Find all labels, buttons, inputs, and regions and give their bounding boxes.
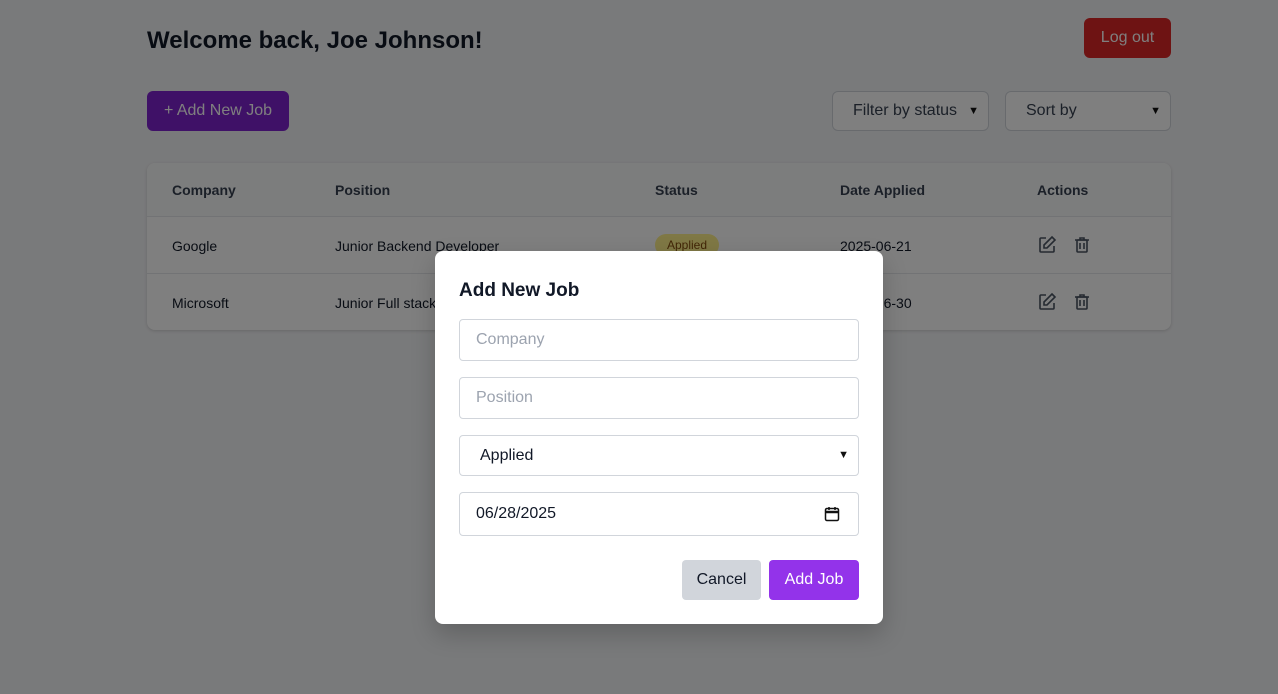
chevron-down-icon: ▼: [838, 449, 849, 461]
add-job-button[interactable]: Add Job: [769, 560, 859, 600]
date-value: 06/28/2025: [476, 505, 557, 522]
add-job-modal: Add New Job Applied ▼ 06/28/2025 Cancel …: [435, 251, 883, 624]
cancel-button[interactable]: Cancel: [682, 560, 761, 600]
status-select-value: Applied: [480, 447, 534, 464]
dashboard-page: Welcome back, Joe Johnson! Log out + Add…: [0, 0, 1278, 694]
date-input[interactable]: 06/28/2025: [459, 492, 859, 536]
calendar-icon[interactable]: [824, 506, 840, 522]
company-input[interactable]: [459, 319, 859, 361]
status-select[interactable]: Applied ▼: [459, 435, 859, 476]
position-input[interactable]: [459, 377, 859, 419]
modal-title: Add New Job: [459, 280, 580, 301]
